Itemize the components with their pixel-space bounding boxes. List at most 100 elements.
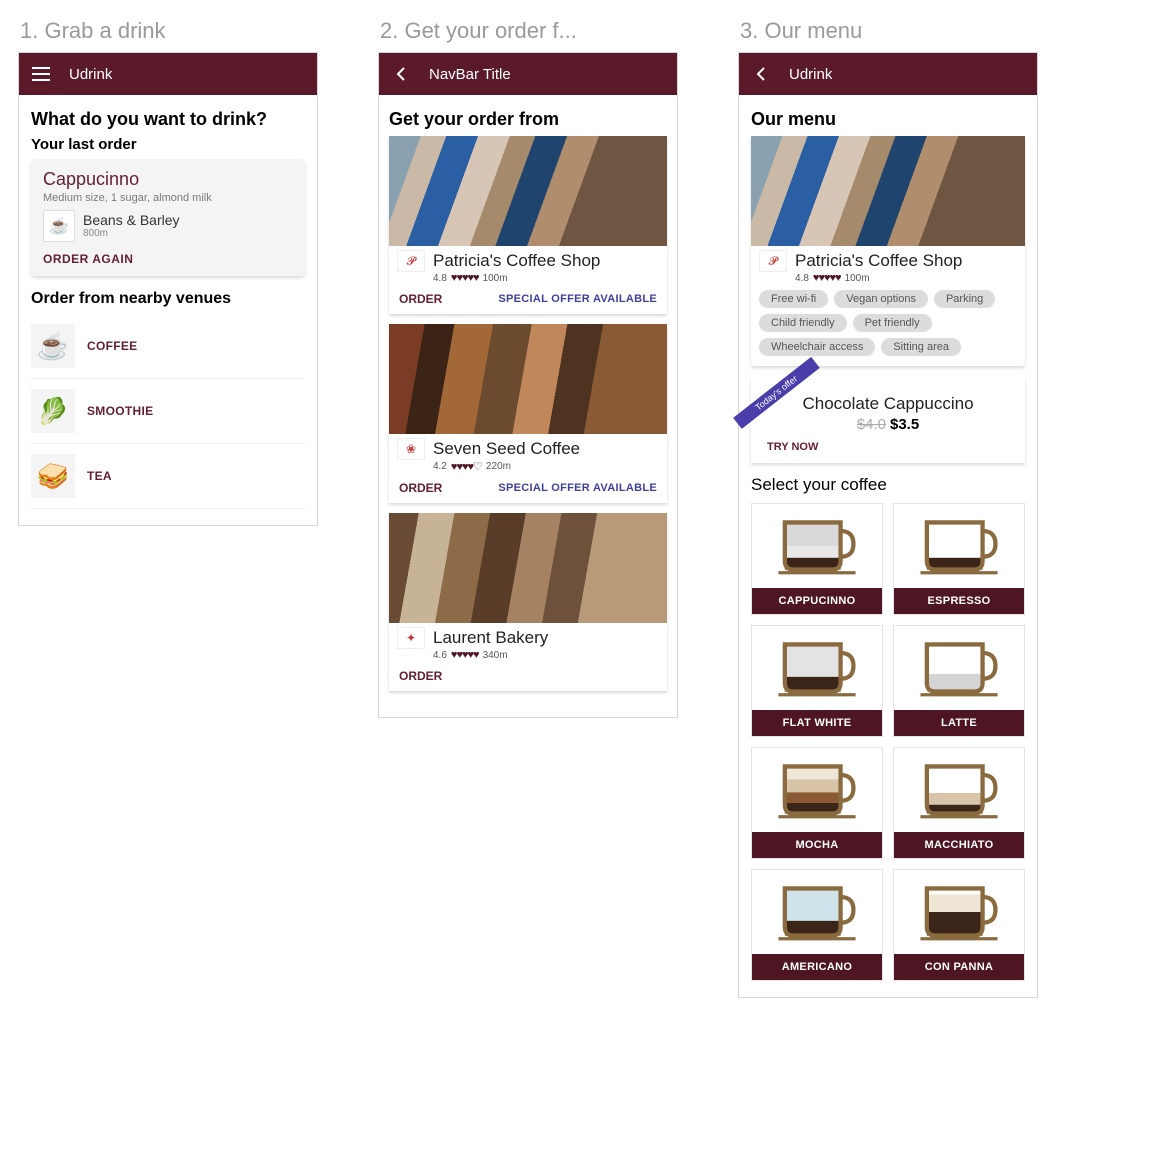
last-order-desc: Medium size, 1 sugar, almond milk <box>43 192 293 204</box>
back-icon[interactable] <box>751 67 771 81</box>
venue-card[interactable]: ✦ Laurent Bakery 4.6 ♥♥♥♥♥ 340m ORDER <box>389 513 667 691</box>
coffee-tile[interactable]: MACCHIATO <box>893 747 1025 859</box>
phone-screen-3: Udrink Our menu 𝓟 Patricia's Coffee Shop… <box>738 52 1038 998</box>
venue-name: Patricia's Coffee Shop <box>433 251 600 271</box>
category-label: TEA <box>87 469 112 483</box>
venue-name: Seven Seed Coffee <box>433 439 580 459</box>
page-heading: Our menu <box>751 109 1025 130</box>
phone-screen-1: Udrink What do you want to drink? Your l… <box>18 52 318 526</box>
shop-name: Patricia's Coffee Shop <box>795 251 962 271</box>
coffee-label: AMERICANO <box>752 954 882 980</box>
venue-rating: 4.2 <box>433 461 447 472</box>
cup-icon <box>752 748 882 832</box>
shop-rating: 4.8 <box>795 273 809 284</box>
venue-rating: 4.8 <box>433 273 447 284</box>
hearts-icon: ♥♥♥♥♥ <box>451 649 479 661</box>
venue-hero-image <box>389 136 667 246</box>
venue-hero-image <box>389 324 667 434</box>
shop-header-card: 𝓟 Patricia's Coffee Shop 4.8 ♥♥♥♥♥ 100m … <box>751 136 1025 366</box>
nearby-row[interactable]: ☕ COFFEE <box>31 314 305 379</box>
tag-pill: Parking <box>934 290 995 308</box>
shop-logo: 𝓟 <box>759 250 787 272</box>
cup-icon <box>752 626 882 710</box>
navbar: NavBar Title <box>379 53 677 95</box>
tag-pill: Child friendly <box>759 314 847 332</box>
back-icon[interactable] <box>391 67 411 81</box>
special-offer-label[interactable]: SPECIAL OFFER AVAILABLE <box>498 482 657 494</box>
special-offer-label[interactable]: SPECIAL OFFER AVAILABLE <box>498 293 657 305</box>
venue-logo: ☕ <box>43 210 75 242</box>
category-label: SMOOTHIE <box>87 404 153 418</box>
page-heading: Get your order from <box>389 109 667 130</box>
coffee-tile[interactable]: CON PANNA <box>893 869 1025 981</box>
category-thumb: 🥬 <box>31 389 75 433</box>
last-order-card[interactable]: Cappucinno Medium size, 1 sugar, almond … <box>31 159 305 276</box>
venue-card[interactable]: 𝓟 Patricia's Coffee Shop 4.8 ♥♥♥♥♥ 100m … <box>389 136 667 314</box>
order-again-button[interactable]: ORDER AGAIN <box>43 252 293 266</box>
coffee-label: LATTE <box>894 710 1024 736</box>
nearby-row[interactable]: 🥪 TEA <box>31 444 305 509</box>
navbar-title: Udrink <box>789 66 832 83</box>
venue-logo: 𝓟 <box>397 250 425 272</box>
order-button[interactable]: ORDER <box>399 669 442 683</box>
tag-pill: Vegan options <box>834 290 928 308</box>
cup-icon <box>894 504 1024 588</box>
last-order-name: Cappucinno <box>43 169 293 190</box>
offer-card[interactable]: Today's offer Chocolate Cappuccino $4.0$… <box>751 376 1025 463</box>
navbar: Udrink <box>739 53 1037 95</box>
coffee-tile[interactable]: ESPRESSO <box>893 503 1025 615</box>
tag-pill: Free wi-fi <box>759 290 828 308</box>
cup-icon <box>894 748 1024 832</box>
navbar-title: Udrink <box>69 66 112 83</box>
phone-screen-2: NavBar Title Get your order from 𝓟 Patri… <box>378 52 678 718</box>
coffee-label: CAPPUCINNO <box>752 588 882 614</box>
category-thumb: 🥪 <box>31 454 75 498</box>
coffee-tile[interactable]: AMERICANO <box>751 869 883 981</box>
hearts-icon: ♥♥♥♥♥ <box>451 272 479 284</box>
column-title: 3. Our menu <box>740 18 1038 44</box>
category-thumb: ☕ <box>31 324 75 368</box>
try-now-button[interactable]: TRY NOW <box>759 433 1017 455</box>
venue-logo: ❀ <box>397 438 425 460</box>
coffee-label: MACCHIATO <box>894 832 1024 858</box>
offer-name: Chocolate Cappuccino <box>759 394 1017 414</box>
coffee-label: CON PANNA <box>894 954 1024 980</box>
cup-icon <box>894 626 1024 710</box>
venue-distance: 220m <box>486 461 511 472</box>
venue-hero-image <box>389 513 667 623</box>
category-label: COFFEE <box>87 339 137 353</box>
nearby-row[interactable]: 🥬 SMOOTHIE <box>31 379 305 444</box>
cup-icon <box>894 870 1024 954</box>
coffee-tile[interactable]: LATTE <box>893 625 1025 737</box>
venue-rating: 4.6 <box>433 650 447 661</box>
last-order-heading: Your last order <box>31 136 305 153</box>
order-button[interactable]: ORDER <box>399 292 442 306</box>
coffee-tile[interactable]: FLAT WHITE <box>751 625 883 737</box>
shop-hero-image <box>751 136 1025 246</box>
venue-card[interactable]: ❀ Seven Seed Coffee 4.2 ♥♥♥♥♡ 220m ORDER… <box>389 324 667 503</box>
navbar-title: NavBar Title <box>429 66 511 83</box>
hamburger-icon[interactable] <box>31 67 51 81</box>
last-order-venue: Beans & Barley <box>83 213 180 228</box>
cup-icon <box>752 870 882 954</box>
tag-pill: Sitting area <box>881 338 961 356</box>
offer-price: $4.0$3.5 <box>759 416 1017 433</box>
venue-logo: ✦ <box>397 627 425 649</box>
hearts-icon: ♥♥♥♥♡ <box>451 460 482 473</box>
column-title: 1. Grab a drink <box>20 18 318 44</box>
coffee-tile[interactable]: CAPPUCINNO <box>751 503 883 615</box>
coffee-label: MOCHA <box>752 832 882 858</box>
shop-distance: 100m <box>845 273 870 284</box>
hearts-icon: ♥♥♥♥♥ <box>813 272 841 284</box>
tag-pill: Pet friendly <box>853 314 932 332</box>
navbar: Udrink <box>19 53 317 95</box>
cup-icon <box>752 504 882 588</box>
tag-pill: Wheelchair access <box>759 338 875 356</box>
coffee-tile[interactable]: MOCHA <box>751 747 883 859</box>
coffee-label: ESPRESSO <box>894 588 1024 614</box>
nearby-list: ☕ COFFEE 🥬 SMOOTHIE 🥪 TEA <box>31 314 305 509</box>
select-coffee-heading: Select your coffee <box>751 475 1025 495</box>
venue-distance: 100m <box>483 273 508 284</box>
order-button[interactable]: ORDER <box>399 481 442 495</box>
venue-distance: 340m <box>483 650 508 661</box>
